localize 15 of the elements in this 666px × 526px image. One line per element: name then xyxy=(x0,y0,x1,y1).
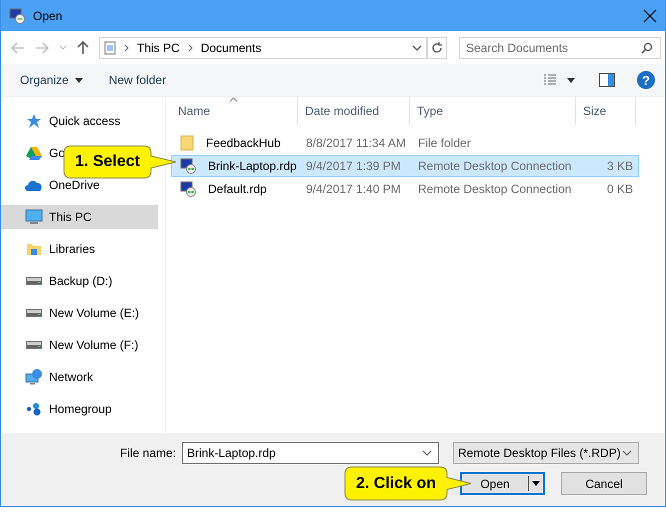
type-cell-text: File folder xyxy=(417,136,472,150)
file-name: FeedbackHub xyxy=(205,136,281,150)
file-name: Brink-Laptop.rdp xyxy=(207,159,297,173)
callout-tooltip: 1. Select xyxy=(63,145,177,179)
date-cell-text: 9/4/2017 1:40 PM xyxy=(305,182,402,196)
type-cell-text: Remote Desktop Connection xyxy=(417,182,572,196)
window-title: Open xyxy=(33,8,62,22)
callout-tooltip: 2. Click on xyxy=(344,466,472,501)
size-cell-text: 3 KB xyxy=(606,159,633,173)
type-cell-text: Remote Desktop Connection xyxy=(417,159,572,173)
size-cell-text: 0 KB xyxy=(606,182,633,196)
file-name: Default.rdp xyxy=(207,182,267,196)
date-cell-text: 8/8/2017 11:34 AM xyxy=(305,136,407,150)
date-cell-text: 9/4/2017 1:39 PM xyxy=(305,159,402,173)
field-label: File name: xyxy=(118,446,177,460)
